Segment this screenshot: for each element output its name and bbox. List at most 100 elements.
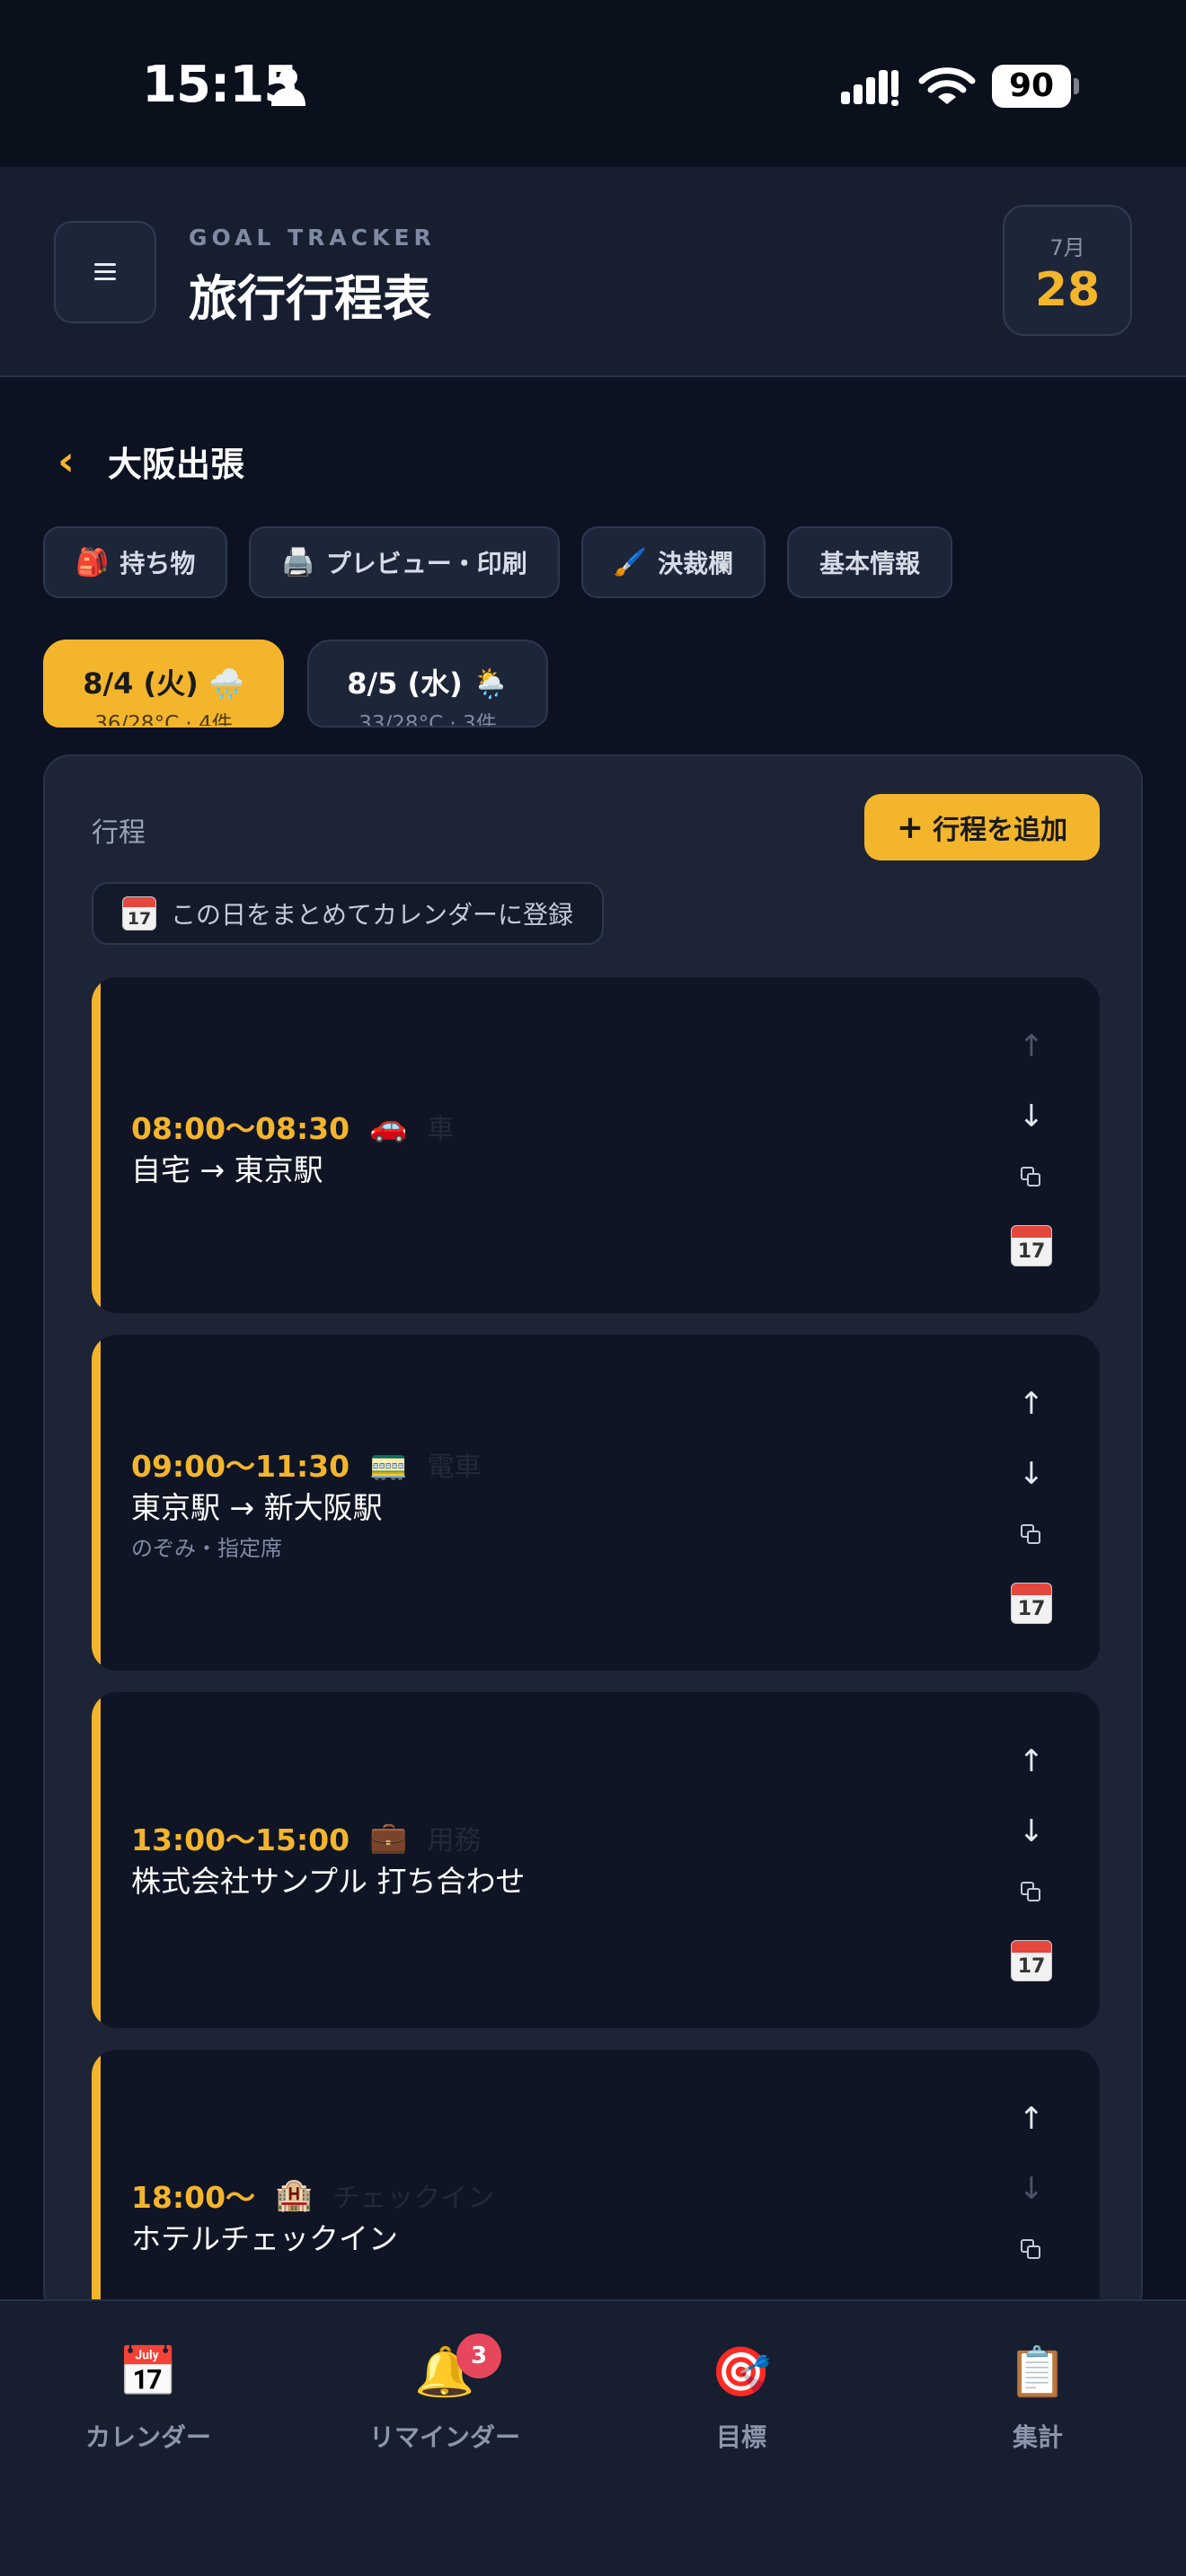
move-up-icon[interactable]: ↑ bbox=[1005, 2096, 1058, 2141]
target-icon: 🎯 bbox=[711, 2343, 772, 2400]
calendar-icon[interactable]: 17 bbox=[1005, 1223, 1058, 1268]
calendar-icon: 17 bbox=[122, 896, 156, 931]
add-button-label: 行程を追加 bbox=[933, 815, 1068, 846]
card-time: 09:00〜11:30 bbox=[131, 1449, 350, 1484]
duplicate-icon[interactable] bbox=[1005, 2228, 1058, 2272]
tab-weather-summary: 33/28°C · 3件 bbox=[358, 712, 497, 728]
card-route: 自宅 → 東京駅 bbox=[131, 1152, 323, 1187]
move-down-icon[interactable]: ↓ bbox=[1005, 2166, 1058, 2211]
plus-icon: + bbox=[896, 808, 925, 846]
brush-icon: 🖌️ bbox=[613, 546, 648, 578]
wifi-icon bbox=[918, 67, 976, 104]
hotel-icon: 🏨 bbox=[275, 2177, 314, 2213]
nav-label: カレンダー bbox=[84, 2422, 211, 2452]
printer-icon: 🖨️ bbox=[281, 546, 315, 578]
date-badge[interactable]: 7月 28 bbox=[1003, 205, 1132, 336]
clipboard-chart-icon: 📋 bbox=[1007, 2343, 1068, 2400]
move-up-icon[interactable]: ↑ bbox=[1005, 1739, 1058, 1784]
tab-weather-summary: 36/28°C · 4件 bbox=[94, 712, 233, 728]
chip-approval[interactable]: 🖌️ 決裁欄 bbox=[580, 526, 766, 598]
train-icon: 🚃 bbox=[369, 1446, 408, 1482]
move-up-icon[interactable]: ↑ bbox=[1005, 1381, 1058, 1426]
move-down-icon[interactable]: ↓ bbox=[1005, 1809, 1058, 1854]
backpack-icon: 🎒 bbox=[75, 546, 110, 578]
status-bar: 15:15 90 bbox=[0, 0, 1186, 167]
chip-label: プレビュー・印刷 bbox=[325, 549, 527, 578]
itinerary-card[interactable]: 09:00〜11:30 🚃 電車 東京駅 → 新大阪駅 のぞみ・指定席 ↑ ↓ … bbox=[92, 1335, 1100, 1671]
breadcrumb: ‹ 大阪出張 bbox=[58, 437, 244, 485]
menu-button[interactable] bbox=[54, 221, 156, 323]
chip-preview-print[interactable]: 🖨️ プレビュー・印刷 bbox=[249, 526, 560, 598]
nav-summary[interactable]: 📋 集計 bbox=[890, 2341, 1186, 2454]
duplicate-icon[interactable] bbox=[1005, 1513, 1058, 1557]
register-day-calendar-button[interactable]: 17 この日をまとめてカレンダーに登録 bbox=[92, 882, 605, 945]
calendar-icon[interactable]: 17 bbox=[1005, 1581, 1058, 1626]
card-accent bbox=[92, 1335, 101, 1671]
itinerary-panel: 行程 + 行程を追加 17 この日をまとめてカレンダーに登録 08:00〜08:… bbox=[43, 754, 1143, 2317]
person-icon bbox=[271, 68, 305, 106]
duplicate-icon[interactable] bbox=[1005, 1870, 1058, 1915]
date-day: 28 bbox=[1034, 263, 1101, 317]
calendar-all-label: この日をまとめてカレンダーに登録 bbox=[171, 900, 574, 930]
day-tabs: 8/4 (火) 🌧️ 36/28°C · 4件 8/5 (水) 🌦️ 33/28… bbox=[43, 640, 548, 728]
tab-label: 8/4 (火) bbox=[83, 666, 199, 701]
card-accent bbox=[92, 2050, 101, 2316]
card-time: 13:00〜15:00 bbox=[131, 1822, 350, 1857]
add-itinerary-button[interactable]: + 行程を追加 bbox=[864, 794, 1100, 860]
calendar-icon[interactable]: 17 bbox=[1005, 1938, 1058, 1983]
chip-label: 決裁欄 bbox=[658, 549, 734, 578]
calendar-icon: 📅 bbox=[118, 2343, 179, 2400]
battery-tip bbox=[1074, 78, 1079, 94]
duplicate-icon[interactable] bbox=[1005, 1155, 1058, 1200]
battery-level: 90 bbox=[992, 65, 1071, 108]
menu-icon bbox=[94, 263, 116, 281]
trip-title: 大阪出張 bbox=[108, 444, 245, 484]
card-route: ホテルチェックイン bbox=[131, 2221, 398, 2256]
briefcase-icon: 💼 bbox=[369, 1820, 408, 1856]
reminder-count-badge: 3 bbox=[456, 2333, 501, 2378]
battery-icon: 90 bbox=[992, 65, 1079, 108]
tab-day-2[interactable]: 8/5 (水) 🌦️ 33/28°C · 3件 bbox=[307, 640, 548, 728]
app-header: GOAL TRACKER 旅行行程表 7月 28 bbox=[0, 167, 1186, 377]
sun-rain-icon: 🌦️ bbox=[472, 666, 509, 701]
card-note: のぞみ・指定席 bbox=[131, 1536, 282, 1561]
chip-basic-info[interactable]: 基本情報 bbox=[787, 526, 953, 598]
chip-label: 基本情報 bbox=[819, 549, 921, 578]
bottom-nav: 📅 カレンダー 🔔 3 リマインダー 🎯 目標 📋 集計 bbox=[0, 2299, 1186, 2576]
chip-label: 持ち物 bbox=[119, 549, 196, 578]
rain-cloud-icon: 🌧️ bbox=[208, 666, 244, 701]
nav-label: 集計 bbox=[1012, 2422, 1063, 2452]
card-category: チェックイン bbox=[332, 2183, 495, 2214]
panel-title: 行程 bbox=[92, 817, 146, 849]
chip-belongings[interactable]: 🎒 持ち物 bbox=[43, 526, 228, 598]
tab-label: 8/5 (水) bbox=[347, 666, 463, 701]
nav-goals[interactable]: 🎯 目標 bbox=[593, 2341, 890, 2454]
car-icon: 🚗 bbox=[369, 1108, 408, 1144]
nav-calendar[interactable]: 📅 カレンダー bbox=[0, 2341, 296, 2454]
action-chips: 🎒 持ち物 🖨️ プレビュー・印刷 🖌️ 決裁欄 基本情報 bbox=[43, 526, 953, 598]
itinerary-card[interactable]: 13:00〜15:00 💼 用務 株式会社サンプル 打ち合わせ ↑ ↓ 17 bbox=[92, 1692, 1100, 2028]
card-accent bbox=[92, 1692, 101, 2028]
move-down-icon[interactable]: ↓ bbox=[1005, 1451, 1058, 1496]
date-month: 7月 bbox=[1049, 235, 1085, 260]
nav-label: 目標 bbox=[715, 2422, 766, 2452]
tab-day-1[interactable]: 8/4 (火) 🌧️ 36/28°C · 4件 bbox=[43, 640, 284, 728]
card-route: 東京駅 → 新大阪駅 bbox=[131, 1490, 383, 1525]
card-category: 用務 bbox=[427, 1825, 482, 1857]
app-eyebrow: GOAL TRACKER bbox=[189, 225, 436, 251]
nav-reminder[interactable]: 🔔 3 リマインダー bbox=[296, 2333, 593, 2454]
move-up-icon[interactable]: ↑ bbox=[1005, 1024, 1058, 1069]
itinerary-card[interactable]: 08:00〜08:30 🚗 車 自宅 → 東京駅 ↑ ↓ 17 bbox=[92, 977, 1100, 1313]
page-title: 旅行行程表 bbox=[189, 270, 431, 327]
card-route: 株式会社サンプル 打ち合わせ bbox=[131, 1864, 526, 1899]
signal-icon bbox=[841, 70, 898, 106]
nav-label: リマインダー bbox=[368, 2422, 520, 2452]
back-chevron-icon[interactable]: ‹ bbox=[58, 437, 108, 485]
itinerary-card[interactable]: 18:00〜 🏨 チェックイン ホテルチェックイン ↑ ↓ bbox=[92, 2050, 1100, 2316]
card-category: 電車 bbox=[427, 1451, 482, 1483]
card-time: 08:00〜08:30 bbox=[131, 1111, 350, 1146]
card-category: 車 bbox=[427, 1114, 455, 1145]
card-time: 18:00〜 bbox=[131, 2180, 256, 2215]
move-down-icon[interactable]: ↓ bbox=[1005, 1094, 1058, 1139]
card-accent bbox=[92, 977, 101, 1313]
